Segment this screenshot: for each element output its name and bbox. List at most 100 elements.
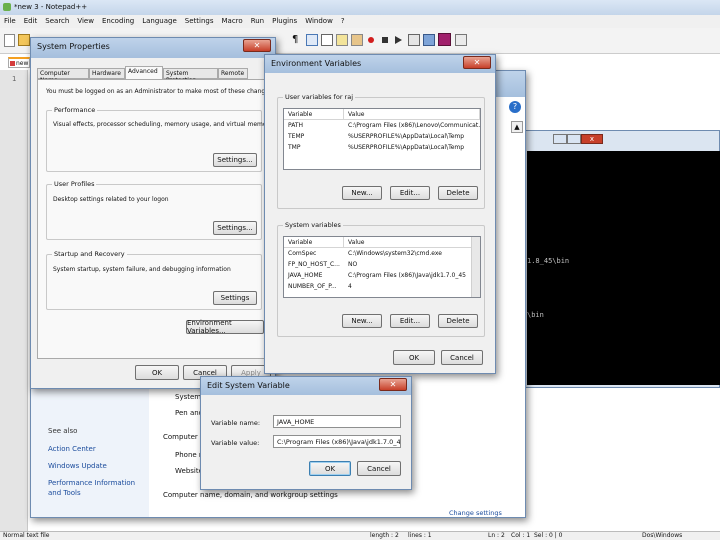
system-delete-button[interactable]: Delete [438, 314, 478, 328]
menu-settings[interactable]: Settings [185, 17, 214, 26]
user-edit-button[interactable]: Edit... [390, 186, 430, 200]
console-close-button[interactable]: x [581, 134, 603, 144]
table-row[interactable]: NUMBER_OF_P... 4 [284, 281, 480, 292]
status-filetype: Normal text file [3, 532, 50, 539]
table-row[interactable]: FP_NO_HOST_C... NO [284, 259, 480, 270]
system-variables-group: System variables Variable Value ComSpec … [277, 221, 485, 337]
menu-edit[interactable]: Edit [24, 17, 38, 26]
indent-guide-icon[interactable] [306, 34, 318, 46]
menu-help[interactable]: ? [341, 17, 345, 26]
npp-titlebar: *new 3 - Notepad++ [0, 0, 720, 15]
change-settings-link[interactable]: Change settings [449, 509, 502, 517]
tab-remote[interactable]: Remote [218, 68, 248, 79]
tab-icon [10, 61, 15, 66]
function-list-icon[interactable] [336, 34, 348, 46]
column-value[interactable]: Value [344, 109, 480, 119]
tab-computer-name[interactable]: Computer Name [37, 68, 89, 84]
console-line: 1.8_45\bin [527, 257, 570, 265]
menu-run[interactable]: Run [251, 17, 264, 26]
run-icon[interactable] [455, 34, 467, 46]
tab-advanced[interactable]: Advanced [125, 66, 163, 79]
user-variables-table[interactable]: Variable Value PATH C:\Program Files (x8… [283, 108, 481, 170]
column-variable[interactable]: Variable [284, 109, 344, 119]
editvar-ok-button[interactable]: OK [309, 461, 351, 476]
system-new-button[interactable]: New... [342, 314, 382, 328]
envvars-close-button[interactable]: ✕ [463, 56, 491, 69]
doc-map-icon[interactable] [321, 34, 333, 46]
link-action-center[interactable]: Action Center [48, 445, 96, 453]
status-length: length : 2 [370, 532, 399, 539]
sysprops-tab-strip: Computer Name Hardware Advanced System P… [37, 66, 273, 84]
line-number-gutter: 1 [0, 70, 28, 532]
environment-variables-button[interactable]: Environment Variables... [186, 319, 264, 335]
tab-system-protection[interactable]: System Protection [163, 68, 218, 84]
record-macro-icon[interactable] [368, 37, 374, 43]
column-value[interactable]: Value [344, 237, 480, 247]
row-value: C:\Program Files (x86)\Java\jdk1.7.0_45 [348, 272, 466, 279]
console-maximize-button[interactable] [567, 134, 581, 144]
menu-file[interactable]: File [4, 17, 16, 26]
status-col: Col : 1 [511, 532, 531, 539]
link-windows-update[interactable]: Windows Update [48, 462, 107, 470]
user-profiles-settings-button[interactable]: Settings... [213, 221, 257, 235]
plugin-icon[interactable] [438, 33, 451, 46]
envvars-cancel-button[interactable]: Cancel [441, 350, 483, 365]
startup-settings-button[interactable]: Settings [213, 291, 257, 305]
performance-settings-button[interactable]: Settings... [213, 153, 257, 167]
row-value: C:\Program Files (x86)\Lenovo\Communicat… [348, 122, 480, 129]
save-macro-icon[interactable] [423, 34, 435, 46]
envvars-title: Environment Variables [271, 59, 362, 68]
table-row[interactable]: ComSpec C:\Windows\system32\cmd.exe [284, 248, 480, 259]
table-row[interactable]: PATH C:\Program Files (x86)\Lenovo\Commu… [284, 120, 480, 131]
play-multiple-icon[interactable] [408, 34, 420, 46]
editvar-close-button[interactable]: ✕ [379, 378, 407, 391]
console-minimize-button[interactable] [553, 134, 567, 144]
user-variables-group: User variables for raj Variable Value PA… [277, 93, 485, 209]
table-row[interactable]: TMP %USERPROFILE%\AppData\Local\Temp [284, 142, 480, 153]
sysprops-titlebar: System Properties ✕ [31, 38, 275, 58]
system-properties-dialog: System Properties ✕ Computer Name Hardwa… [30, 37, 276, 389]
sysprops-close-button[interactable]: ✕ [243, 39, 271, 52]
tab-hardware[interactable]: Hardware [89, 68, 125, 79]
stop-macro-icon[interactable] [382, 37, 388, 43]
link-performance-info[interactable]: Performance Information and Tools [48, 478, 148, 498]
new-file-icon[interactable] [4, 34, 15, 47]
npp-menubar: File Edit Search View Encoding Language … [0, 15, 720, 28]
sysprops-ok-button[interactable]: OK [135, 365, 179, 380]
system-variables-scrollbar[interactable] [471, 237, 480, 297]
user-delete-button[interactable]: Delete [438, 186, 478, 200]
variable-value-input[interactable]: C:\Program Files (x86)\Java\jdk1.7.0_45 [273, 435, 401, 448]
console-screen[interactable]: 1.8_45\bin \bin [527, 151, 720, 385]
folder-workspace-icon[interactable] [351, 34, 363, 46]
word-wrap-icon[interactable]: ¶ [292, 34, 302, 46]
edit-system-variable-dialog: Edit System Variable ✕ Variable name: JA… [200, 376, 412, 490]
menu-language[interactable]: Language [142, 17, 177, 26]
play-macro-icon[interactable] [395, 36, 402, 44]
menu-macro[interactable]: Macro [222, 17, 243, 26]
system-variables-table[interactable]: Variable Value ComSpec C:\Windows\system… [283, 236, 481, 298]
system-variables-label: System variables [283, 221, 343, 229]
envvars-ok-button[interactable]: OK [393, 350, 435, 365]
help-icon[interactable]: ? [509, 101, 521, 113]
user-new-button[interactable]: New... [342, 186, 382, 200]
column-variable[interactable]: Variable [284, 237, 344, 247]
menu-encoding[interactable]: Encoding [102, 17, 134, 26]
editvar-cancel-button[interactable]: Cancel [357, 461, 401, 476]
menu-window[interactable]: Window [305, 17, 333, 26]
npp-tab[interactable]: new [8, 57, 30, 68]
open-file-icon[interactable] [18, 34, 30, 46]
table-row[interactable]: JAVA_HOME C:\Program Files (x86)\Java\jd… [284, 270, 480, 281]
menu-plugins[interactable]: Plugins [272, 17, 297, 26]
system-edit-button[interactable]: Edit... [390, 314, 430, 328]
computer-settings-heading: Computer name, domain, and workgroup set… [163, 491, 338, 499]
row-value: NO [348, 261, 358, 268]
menu-search[interactable]: Search [45, 17, 69, 26]
table-row[interactable]: TEMP %USERPROFILE%\AppData\Local\Temp [284, 131, 480, 142]
variable-name-input[interactable]: JAVA_HOME [273, 415, 401, 428]
menu-view[interactable]: View [77, 17, 94, 26]
row-variable: TEMP [288, 133, 305, 140]
scroll-up-icon[interactable]: ▲ [511, 121, 523, 133]
environment-variables-dialog: Environment Variables ✕ User variables f… [264, 54, 496, 374]
status-ln: Ln : 2 [488, 532, 505, 539]
variable-name-label: Variable name: [211, 419, 261, 427]
